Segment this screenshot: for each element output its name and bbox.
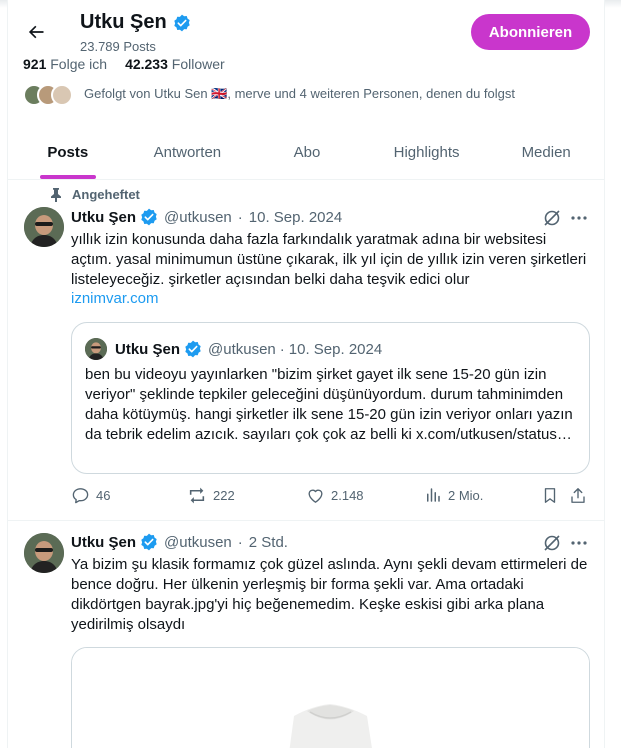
post-text: Ya bizim şu klasik formamız çok güzel as… [71, 556, 588, 633]
reply-icon [72, 488, 89, 504]
tab-replies[interactable]: Antworten [128, 126, 248, 179]
follow-stats: 921 Folge ich 42.233 Follower [23, 56, 225, 72]
pinned-indicator: Angeheftet [50, 187, 140, 202]
quoted-post[interactable]: Utku Şen @utkusen · 10. Sep. 2024 ben bu… [71, 322, 590, 474]
quote-author-handle: @utkusen [208, 340, 276, 358]
author-handle[interactable]: @utkusen [164, 209, 232, 226]
following-label: Folge ich [50, 56, 108, 72]
quote-text: ben bu videoyu yayınlarken "bizim şirket… [85, 366, 573, 443]
quote-author-name: Utku Şen [115, 340, 181, 358]
post-header: Utku Şen @utkusen · 2 Std. [71, 533, 288, 551]
tab-media[interactable]: Medien [486, 126, 604, 179]
profile-tabs: Posts Antworten Abo Highlights Medien [8, 126, 604, 180]
pinned-label: Angeheftet [72, 187, 140, 202]
author-name[interactable]: Utku Şen [71, 534, 136, 551]
jersey-image [72, 648, 589, 748]
repost-icon [189, 487, 205, 504]
post-avatar[interactable] [24, 533, 64, 573]
followed-by-text[interactable]: Gefolgt von Utku Sen 🇬🇧, merve und 4 wei… [84, 86, 515, 102]
avatar [51, 84, 73, 106]
more-icon [571, 216, 587, 220]
post-avatar[interactable] [24, 207, 64, 247]
followers-count: 42.233 [125, 56, 168, 72]
share-icon [571, 488, 585, 503]
more-options-button[interactable] [569, 208, 589, 228]
tab-active-indicator [39, 175, 96, 179]
followers-label: Follower [171, 56, 225, 72]
verified-badge-icon [173, 14, 190, 31]
arrow-left-icon [28, 25, 44, 39]
tab-label: Antworten [153, 144, 222, 161]
pin-icon [51, 187, 61, 202]
repost-button[interactable]: 222 [187, 486, 235, 505]
profile-photo [24, 533, 64, 573]
separator: · [279, 340, 285, 358]
post-media[interactable] [71, 647, 590, 748]
views-button[interactable]: 2 Mio. [424, 486, 483, 504]
bookmark-button[interactable] [541, 486, 559, 505]
post-date[interactable]: 2 Std. [249, 534, 288, 551]
tab-label: Abo [293, 144, 321, 161]
more-options-button[interactable] [569, 533, 589, 553]
followers-link[interactable]: 42.233 Follower [125, 56, 225, 72]
like-count: 2.148 [331, 488, 364, 503]
reply-count: 46 [96, 488, 111, 503]
tab-label: Posts [47, 144, 89, 161]
author-name[interactable]: Utku Şen [71, 209, 136, 226]
view-count: 2 Mio. [448, 487, 484, 503]
post-count: 23.789 Posts [80, 39, 156, 54]
followed-by-avatars[interactable] [23, 84, 73, 106]
grok-icon[interactable] [542, 533, 562, 553]
profile-name: Utku Şen [80, 11, 167, 33]
post-divider [8, 520, 604, 521]
tab-posts[interactable]: Posts [8, 126, 128, 179]
tab-subscriptions[interactable]: Abo [247, 126, 367, 179]
following-link[interactable]: 921 Folge ich [23, 56, 107, 72]
separator: · [237, 208, 243, 226]
verified-badge-icon [141, 208, 157, 226]
profile-photo [24, 207, 64, 247]
subscribe-button[interactable]: Abonnieren [471, 14, 590, 50]
quote-header: Utku Şen @utkusen · 10. Sep. 2024 [85, 338, 382, 360]
repost-count: 222 [213, 488, 235, 503]
verified-badge-icon [141, 533, 157, 551]
back-button[interactable] [23, 19, 49, 45]
profile-column: Utku Şen 23.789 Posts Abonnieren 921 Fol… [7, 0, 605, 748]
tab-label: Medien [521, 144, 571, 161]
heart-icon [308, 489, 323, 503]
verified-badge-icon [185, 340, 201, 358]
tab-label: Highlights [393, 144, 460, 161]
profile-photo [85, 338, 107, 360]
post-text: yıllık izin konusunda daha fazla farkınd… [71, 231, 587, 288]
grok-icon[interactable] [542, 208, 562, 228]
post-date[interactable]: 10. Sep. 2024 [249, 209, 342, 226]
separator: · [237, 533, 243, 551]
tab-highlights[interactable]: Highlights [367, 126, 487, 179]
post-link[interactable]: iznimvar.com [71, 290, 159, 307]
profile-name-row: Utku Şen [80, 11, 191, 34]
quote-date: 10. Sep. 2024 [288, 340, 383, 358]
quote-avatar [85, 338, 107, 360]
like-button[interactable]: 2.148 [306, 486, 364, 505]
bookmark-icon [544, 488, 556, 503]
author-handle[interactable]: @utkusen [164, 534, 232, 551]
post-header: Utku Şen @utkusen · 10. Sep. 2024 [71, 208, 342, 226]
post-actions: 46 222 2.148 2 Mio. [71, 486, 591, 508]
more-icon [571, 541, 587, 545]
following-count: 921 [23, 56, 47, 72]
reply-button[interactable]: 46 [71, 486, 110, 505]
analytics-icon [427, 488, 440, 502]
share-button[interactable] [569, 486, 587, 505]
